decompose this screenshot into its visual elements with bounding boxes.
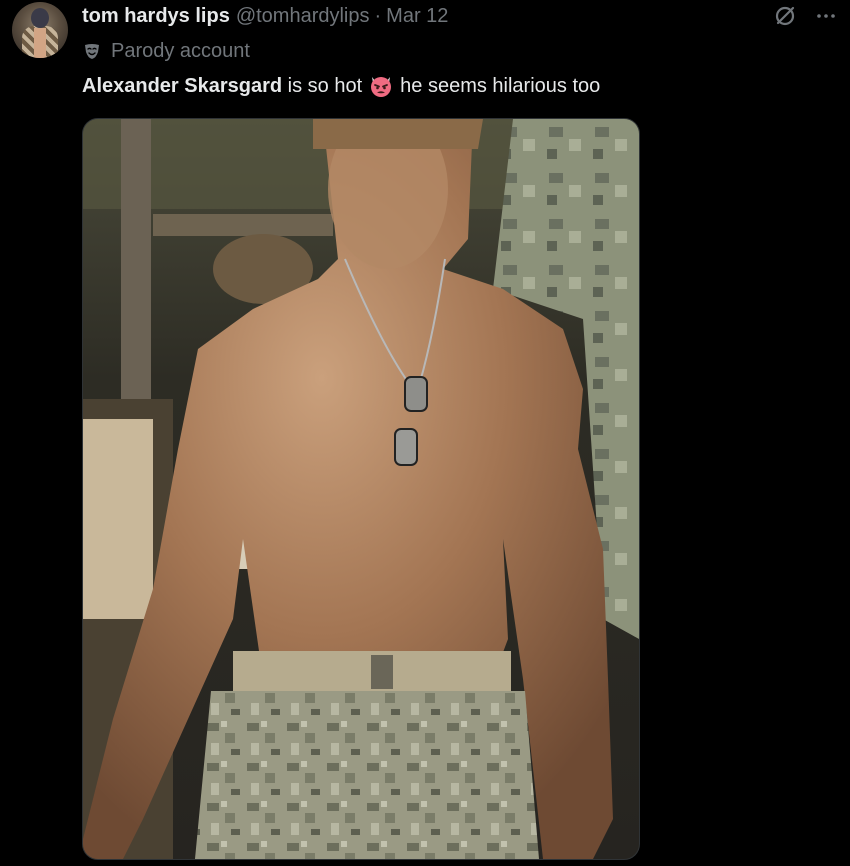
parody-label-row: Parody account xyxy=(82,38,250,64)
top-actions xyxy=(774,5,836,27)
tweet-text-mention: Alexander Skarsgard xyxy=(82,74,283,97)
horned-red-face-icon xyxy=(368,73,394,99)
more-options-icon[interactable] xyxy=(816,6,836,26)
parody-label: Parody account xyxy=(111,39,250,62)
avatar-head xyxy=(31,8,49,28)
tweet-header: tom hardys lips @tomhardylips · Mar 12 xyxy=(82,3,448,29)
tweet-date[interactable]: Mar 12 xyxy=(386,3,448,29)
header-separator: · xyxy=(374,5,382,27)
tweet-text-part-2: he seems hilarious too xyxy=(400,74,601,97)
tweet[interactable]: tom hardys lips @tomhardylips · Mar 12 P… xyxy=(0,0,850,866)
display-name[interactable]: tom hardys lips xyxy=(82,3,230,29)
parody-mask-icon xyxy=(82,41,102,61)
tweet-photo[interactable] xyxy=(82,118,640,860)
photo-illustration xyxy=(83,119,639,859)
tweet-text: Alexander Skarsgard is so hot he seems h… xyxy=(82,72,600,100)
avatar-skin xyxy=(34,28,46,58)
tweet-text-part-1: is so hot xyxy=(282,74,363,97)
user-handle[interactable]: @tomhardylips xyxy=(236,3,370,29)
grok-icon[interactable] xyxy=(774,5,796,27)
avatar[interactable] xyxy=(12,2,68,58)
